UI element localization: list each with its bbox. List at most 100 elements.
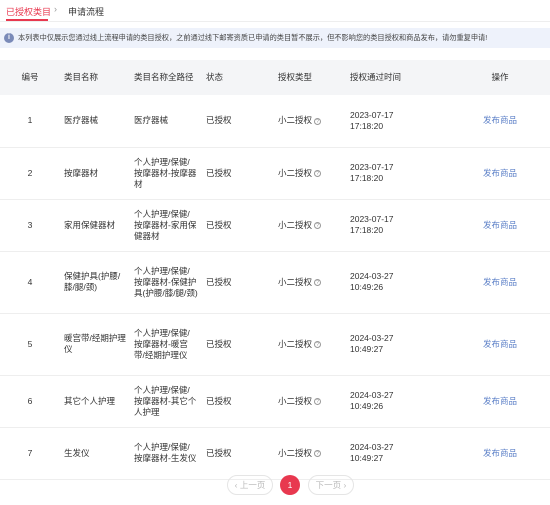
row-auth-time: 2024-03-27 10:49:27 bbox=[346, 427, 450, 480]
publish-product-link[interactable]: 发布商品 bbox=[483, 115, 517, 125]
row-category-path: 个人护理/保健/按摩器材-按摩器材 bbox=[130, 147, 202, 200]
row-no: 7 bbox=[0, 427, 60, 480]
table-header-row: 编号 类目名称 类目名称全路径 状态 授权类型 授权通过时间 操作 bbox=[0, 60, 550, 95]
auth-date: 2024-03-27 bbox=[350, 271, 394, 281]
auth-clock: 10:49:26 bbox=[350, 282, 384, 292]
row-category-name: 保健护具(护腰/膝/腿/颈) bbox=[60, 251, 130, 314]
auth-clock: 17:18:20 bbox=[350, 225, 384, 235]
table-row: 6 其它个人护理 个人护理/保健/按摩器材-其它个人护理 已授权 小二授权? 2… bbox=[0, 375, 550, 428]
row-operation: 发布商品 bbox=[450, 147, 550, 200]
info-icon: i bbox=[4, 33, 14, 43]
auth-clock: 10:49:26 bbox=[350, 401, 384, 411]
auth-date: 2024-03-27 bbox=[350, 442, 394, 452]
help-icon[interactable]: ? bbox=[314, 117, 322, 125]
publish-product-link[interactable]: 发布商品 bbox=[483, 220, 517, 230]
auth-date: 2023-07-17 bbox=[350, 109, 394, 120]
header-category-name: 类目名称 bbox=[64, 72, 99, 82]
header-status: 状态 bbox=[206, 72, 224, 82]
row-category-name: 其它个人护理 bbox=[60, 375, 130, 428]
header-operation: 操作 bbox=[491, 72, 509, 82]
notice-banner: i 本列表中仅展示您通过线上流程申请的类目授权，之前通过线下邮寄资质已申请的类目… bbox=[0, 28, 550, 48]
row-category-name: 暖宫带/经期护理仪 bbox=[60, 313, 130, 376]
prev-page-button[interactable]: ‹ 上一页 bbox=[227, 475, 273, 495]
auth-date: 2024-03-27 bbox=[350, 390, 394, 400]
row-no: 2 bbox=[0, 147, 60, 200]
row-no: 5 bbox=[0, 313, 60, 376]
row-category-path: 个人护理/保健/按摩器材-家用保健器材 bbox=[130, 199, 202, 252]
row-no: 3 bbox=[0, 199, 60, 252]
row-auth-time: 2024-03-27 10:49:26 bbox=[346, 375, 450, 428]
table-row: 7 生发仪 个人护理/保健/按摩器材-生发仪 已授权 小二授权? 2024-03… bbox=[0, 427, 550, 480]
help-icon[interactable]: ? bbox=[314, 397, 322, 405]
help-icon[interactable]: ? bbox=[314, 221, 322, 229]
row-auth-time: 2023-07-17 17:18:20 bbox=[346, 147, 450, 200]
row-operation: 发布商品 bbox=[450, 251, 550, 314]
row-auth-type: 小二授权? bbox=[274, 95, 346, 148]
row-status: 已授权 bbox=[202, 95, 274, 148]
auth-type-label: 小二授权 bbox=[278, 219, 313, 230]
auth-date: 2023-07-17 bbox=[350, 214, 394, 224]
row-no: 4 bbox=[0, 251, 60, 314]
row-operation: 发布商品 bbox=[450, 375, 550, 428]
auth-type-label: 小二授权 bbox=[278, 115, 313, 126]
row-auth-type: 小二授权? bbox=[274, 199, 346, 252]
publish-product-link[interactable]: 发布商品 bbox=[483, 168, 517, 178]
row-operation: 发布商品 bbox=[450, 313, 550, 376]
table-row: 3 家用保健器材 个人护理/保健/按摩器材-家用保健器材 已授权 小二授权? 2… bbox=[0, 199, 550, 252]
tab-authorized-categories[interactable]: 已授权类目 bbox=[6, 5, 51, 18]
header-category-path: 类目名称全路径 bbox=[134, 72, 194, 82]
publish-product-link[interactable]: 发布商品 bbox=[483, 448, 517, 458]
row-operation: 发布商品 bbox=[450, 95, 550, 148]
auth-type-label: 小二授权 bbox=[278, 167, 313, 178]
row-status: 已授权 bbox=[202, 427, 274, 480]
header-no: 编号 bbox=[21, 72, 39, 82]
help-icon[interactable]: ? bbox=[314, 340, 322, 348]
row-status: 已授权 bbox=[202, 313, 274, 376]
auth-type-label: 小二授权 bbox=[278, 447, 313, 458]
row-operation: 发布商品 bbox=[450, 427, 550, 480]
table-row: 1 医疗器械 医疗器械 已授权 小二授权? 2023-07-17 17:18:20… bbox=[0, 95, 550, 148]
row-category-path: 医疗器械 bbox=[130, 95, 202, 148]
row-auth-type: 小二授权? bbox=[274, 251, 346, 314]
row-category-path: 个人护理/保健/按摩器材-生发仪 bbox=[130, 427, 202, 480]
row-status: 已授权 bbox=[202, 199, 274, 252]
row-category-name: 按摩器材 bbox=[60, 147, 130, 200]
row-category-path: 个人护理/保健/按摩器材-暖宫带/经期护理仪 bbox=[130, 313, 202, 376]
header-auth-type: 授权类型 bbox=[278, 72, 313, 82]
auth-clock: 17:18:20 bbox=[350, 120, 384, 131]
breadcrumb-chevron-icon: › bbox=[54, 4, 57, 14]
help-icon[interactable]: ? bbox=[314, 278, 322, 286]
auth-date: 2024-03-27 bbox=[350, 333, 394, 343]
row-auth-time: 2024-03-27 10:49:26 bbox=[346, 251, 450, 314]
table-row: 4 保健护具(护腰/膝/腿/颈) 个人护理/保健/按摩器材-保健护具(护腰/膝/… bbox=[0, 251, 550, 314]
row-category-name: 家用保健器材 bbox=[60, 199, 130, 252]
header-auth-time: 授权通过时间 bbox=[350, 72, 402, 82]
next-page-button[interactable]: 下一页 › bbox=[308, 475, 354, 495]
current-page-button[interactable]: 1 bbox=[280, 475, 300, 495]
help-icon[interactable]: ? bbox=[314, 169, 322, 177]
active-tab-indicator bbox=[6, 19, 48, 21]
publish-product-link[interactable]: 发布商品 bbox=[483, 339, 517, 349]
row-no: 6 bbox=[0, 375, 60, 428]
row-auth-type: 小二授权? bbox=[274, 147, 346, 200]
category-table: 编号 类目名称 类目名称全路径 状态 授权类型 授权通过时间 操作 1 医疗器械… bbox=[0, 60, 550, 480]
auth-clock: 10:49:27 bbox=[350, 344, 384, 354]
auth-type-label: 小二授权 bbox=[278, 276, 313, 287]
auth-clock: 10:49:27 bbox=[350, 453, 384, 463]
row-auth-type: 小二授权? bbox=[274, 375, 346, 428]
publish-product-link[interactable]: 发布商品 bbox=[483, 396, 517, 406]
row-category-path: 个人护理/保健/按摩器材-保健护具(护腰/膝/腿/颈) bbox=[130, 251, 202, 314]
tab-application-process[interactable]: 申请流程 bbox=[68, 5, 104, 18]
row-status: 已授权 bbox=[202, 147, 274, 200]
row-category-path: 个人护理/保健/按摩器材-其它个人护理 bbox=[130, 375, 202, 428]
publish-product-link[interactable]: 发布商品 bbox=[483, 277, 517, 287]
row-auth-time: 2023-07-17 17:18:20 bbox=[346, 95, 450, 148]
tab-bar: 已授权类目 › 申请流程 bbox=[0, 0, 550, 22]
table-row: 2 按摩器材 个人护理/保健/按摩器材-按摩器材 已授权 小二授权? 2023-… bbox=[0, 147, 550, 200]
table-row: 5 暖宫带/经期护理仪 个人护理/保健/按摩器材-暖宫带/经期护理仪 已授权 小… bbox=[0, 313, 550, 376]
row-category-name: 医疗器械 bbox=[60, 95, 130, 148]
row-auth-time: 2023-07-17 17:18:20 bbox=[346, 199, 450, 252]
row-status: 已授权 bbox=[202, 375, 274, 428]
help-icon[interactable]: ? bbox=[314, 449, 322, 457]
row-auth-type: 小二授权? bbox=[274, 427, 346, 480]
